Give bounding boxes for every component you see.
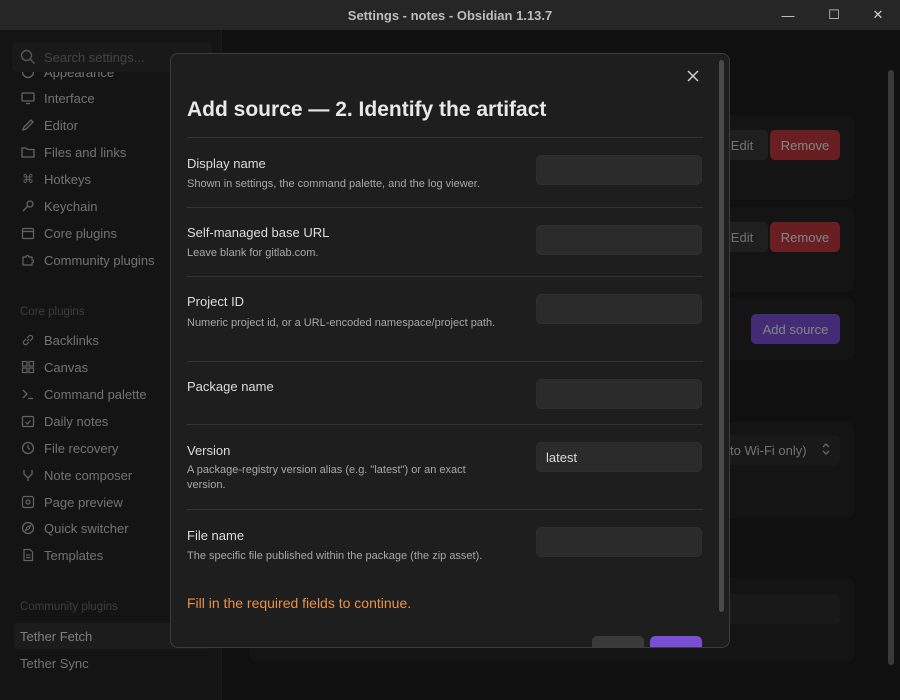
- validation-warning: Fill in the required fields to continue.: [187, 595, 412, 611]
- field-label: Display name: [187, 156, 266, 171]
- field-description: A package-registry version alias (e.g. "…: [187, 464, 466, 491]
- field-description: Numeric project id, or a URL-encoded nam…: [187, 317, 496, 329]
- obsidian-window: Settings - notes - Obsidian 1.13.7 — ☐ ✕…: [0, 0, 900, 700]
- field-row-base-url: Self-managed base URL Leave blank for gi…: [187, 207, 703, 276]
- package-name-input[interactable]: [536, 379, 702, 409]
- field-row-display-name: Display name Shown in settings, the comm…: [187, 137, 703, 207]
- field-row-project-id: Project ID Numeric project id, or a URL-…: [187, 276, 703, 361]
- field-row-package-name: Package name: [187, 361, 703, 424]
- back-button[interactable]: [592, 636, 644, 647]
- maximize-button[interactable]: ☐: [811, 0, 857, 30]
- field-description: Leave blank for gitlab.com.: [187, 247, 319, 259]
- field-label: Project ID: [187, 294, 245, 309]
- field-description: The specific file published within the p…: [187, 550, 483, 562]
- modal-title: Add source — 2. Identify the artifact: [187, 98, 547, 121]
- title-bar: Settings - notes - Obsidian 1.13.7 — ☐ ✕: [0, 0, 900, 30]
- field-label: Self-managed base URL: [187, 225, 330, 240]
- close-icon: [687, 66, 699, 87]
- project-id-input[interactable]: [536, 294, 702, 324]
- close-window-button[interactable]: ✕: [855, 0, 900, 30]
- version-input[interactable]: [536, 442, 702, 472]
- add-source-modal: Add source — 2. Identify the artifact Di…: [170, 53, 730, 648]
- field-row-file-name: File name The specific file published wi…: [187, 509, 703, 579]
- settings-scrollbar[interactable]: [888, 70, 894, 665]
- maximize-icon: ☐: [828, 7, 840, 22]
- field-description: Shown in settings, the command palette, …: [187, 178, 480, 190]
- minimize-icon: —: [781, 7, 795, 23]
- modal-scrollbar[interactable]: [719, 60, 724, 612]
- base-url-input[interactable]: [536, 225, 702, 255]
- window-title: Settings - notes - Obsidian 1.13.7: [347, 7, 553, 23]
- display-name-input[interactable]: [536, 155, 702, 185]
- next-button[interactable]: [650, 636, 702, 647]
- minimize-button[interactable]: —: [765, 0, 811, 30]
- field-label: Version: [187, 443, 231, 458]
- file-name-input[interactable]: [536, 527, 702, 557]
- field-label: Package name: [187, 379, 274, 394]
- close-icon: ✕: [872, 7, 884, 22]
- field-label: File name: [187, 528, 245, 543]
- modal-close-button[interactable]: [679, 62, 707, 90]
- field-row-version: Version A package-registry version alias…: [187, 424, 703, 509]
